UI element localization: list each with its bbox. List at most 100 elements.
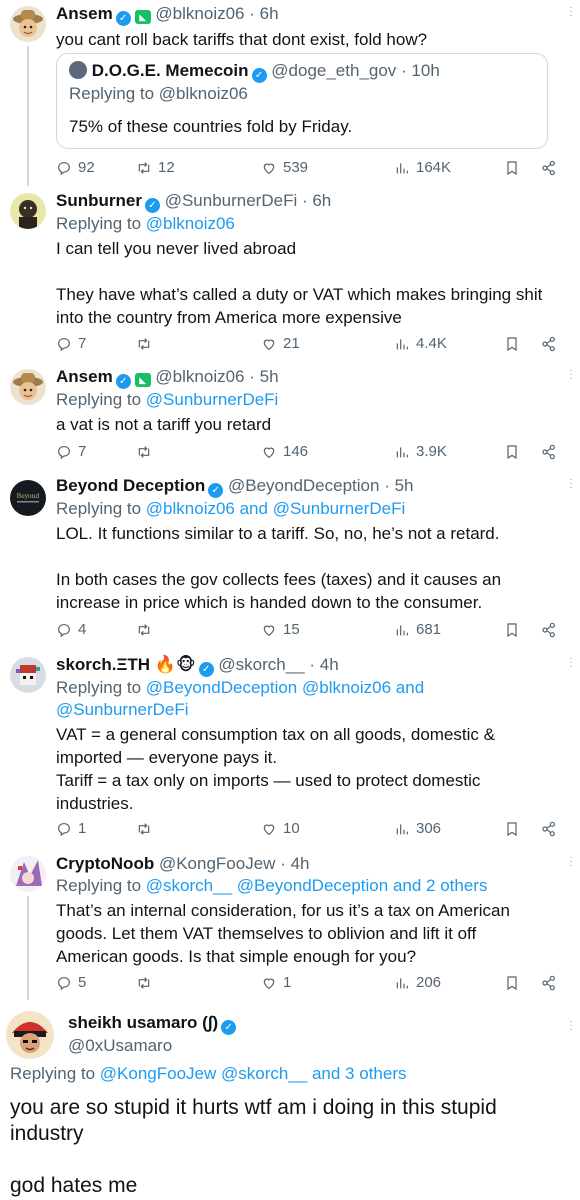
tweet-ansem-1[interactable]: Ansem ✓ ◣ @blknoiz06 · 6h you cant roll ba… — [0, 0, 580, 186]
timestamp[interactable]: · 6h — [302, 191, 331, 210]
replying-handle-link[interactable]: @KongFooJew @skorch__ and 3 others — [100, 1064, 407, 1083]
views-button[interactable]: 3.9K — [394, 441, 447, 463]
avatar[interactable] — [10, 193, 46, 229]
replying-handle-link[interactable]: @skorch__ @BeyondDeception and 2 others — [146, 876, 488, 895]
avatar[interactable] — [10, 657, 46, 693]
more-options-icon[interactable]: · · · — [568, 654, 574, 672]
more-options-icon[interactable]: · · · — [568, 366, 574, 384]
action-bar: 7 21 4.4K — [56, 333, 580, 355]
bookmark-button[interactable] — [504, 441, 526, 463]
timestamp[interactable]: · 4h — [309, 655, 338, 674]
bookmark-button[interactable] — [504, 619, 526, 641]
retweet-button[interactable] — [136, 818, 158, 840]
tweet-cryptonoob[interactable]: CryptoNoob @KongFooJew · 4h Replying to … — [0, 850, 580, 1000]
quoted-tweet[interactable]: D.O.G.E. Memecoin ✓ @doge_eth_gov · 10h R… — [56, 53, 548, 149]
user-handle[interactable]: @0xUsamaro — [68, 1035, 540, 1057]
bookmark-button[interactable] — [504, 333, 526, 355]
share-button[interactable] — [541, 333, 563, 355]
timestamp[interactable]: · 5h — [384, 476, 413, 495]
timestamp[interactable]: · 4h — [280, 854, 309, 873]
replying-handle-link[interactable]: @SunburnerDeFi — [146, 390, 279, 409]
bookmark-button[interactable] — [504, 818, 526, 840]
reply-icon — [56, 622, 72, 638]
like-button[interactable]: 10 — [261, 818, 300, 840]
like-button[interactable]: 21 — [261, 333, 300, 355]
user-handle[interactable]: @blknoiz06 — [155, 4, 244, 23]
share-button[interactable] — [541, 619, 563, 641]
replying-handle-link[interactable]: @blknoiz06 — [146, 214, 235, 233]
quote-timestamp: · 10h — [401, 61, 440, 80]
retweet-button[interactable] — [136, 972, 158, 994]
views-button[interactable]: 306 — [394, 818, 441, 840]
replying-to: Replying to @KongFooJew @skorch__ and 3 … — [10, 1063, 406, 1085]
display-name[interactable]: Sunburner — [56, 191, 142, 210]
more-options-icon[interactable]: · · · — [568, 853, 574, 871]
share-button[interactable] — [541, 818, 563, 840]
replying-handle-link[interactable]: @blknoiz06 and @SunburnerDeFi — [146, 499, 405, 518]
retweet-button[interactable]: 12 — [136, 157, 175, 179]
timestamp[interactable]: · 6h — [249, 4, 278, 23]
more-options-icon[interactable]: · · · — [568, 475, 574, 493]
like-button[interactable]: 15 — [261, 619, 300, 641]
avatar[interactable] — [10, 856, 46, 892]
replying-label: Replying to — [56, 214, 142, 233]
bookmark-button[interactable] — [504, 157, 526, 179]
display-name[interactable]: Beyond Deception — [56, 476, 205, 495]
share-icon — [541, 975, 557, 991]
tweet-ansem-2[interactable]: Ansem ✓ ◣ @blknoiz06 · 5h Replying to @Sun… — [0, 363, 580, 468]
action-bar: 1 10 306 — [56, 818, 580, 840]
user-handle[interactable]: @SunburnerDeFi — [165, 191, 298, 210]
tweet-sunburner[interactable]: Sunburner ✓ @SunburnerDeFi · 6h Replying … — [0, 187, 580, 357]
retweet-button[interactable] — [136, 619, 158, 641]
display-name[interactable]: skorch.ΞTH — [56, 655, 150, 674]
main-tweet[interactable]: sheikh usamaro (∫) ✓ @0xUsamaro · · · Reply… — [0, 1008, 580, 1200]
user-handle[interactable]: @blknoiz06 — [155, 367, 244, 386]
more-options-icon[interactable]: · · · — [568, 3, 574, 21]
reply-count: 1 — [78, 820, 87, 837]
display-name[interactable]: CryptoNoob — [56, 854, 154, 873]
quote-text: 75% of these countries fold by Friday. — [69, 117, 353, 136]
views-button[interactable]: 164K — [394, 157, 451, 179]
verified-badge-icon: ✓ — [221, 1020, 237, 1035]
retweet-button[interactable] — [136, 441, 158, 463]
views-button[interactable]: 206 — [394, 972, 441, 994]
avatar[interactable] — [6, 1011, 54, 1059]
tweet-skorch[interactable]: skorch.ΞTH 🔥🐵 ✓ @skorch__ · 4h Replying t… — [0, 651, 580, 845]
share-button[interactable] — [541, 441, 563, 463]
display-name[interactable]: Ansem — [56, 4, 113, 23]
verified-badge-icon: ✓ — [208, 483, 224, 498]
reply-button[interactable]: 4 — [56, 619, 86, 641]
reply-button[interactable]: 92 — [56, 157, 95, 179]
reply-button[interactable]: 1 — [56, 818, 86, 840]
reply-button[interactable]: 5 — [56, 972, 86, 994]
avatar[interactable] — [10, 6, 46, 42]
retweet-icon — [136, 336, 152, 352]
share-button[interactable] — [541, 157, 563, 179]
tweet-beyond-deception[interactable]: Beyond Beyond Deception ✓ @BeyondDeceptio… — [0, 472, 580, 644]
display-name[interactable]: sheikh usamaro (∫) — [68, 1013, 218, 1032]
user-handle[interactable]: @skorch__ — [218, 655, 304, 674]
views-button[interactable]: 681 — [394, 619, 441, 641]
user-handle[interactable]: @BeyondDeception — [228, 476, 379, 495]
like-button[interactable]: 146 — [261, 441, 308, 463]
more-options-icon[interactable]: · · · — [568, 1017, 574, 1035]
retweet-icon — [136, 160, 152, 176]
retweet-button[interactable] — [136, 333, 158, 355]
view-count: 164K — [416, 159, 452, 176]
replying-label: Replying to — [56, 390, 142, 409]
retweet-icon — [136, 821, 152, 837]
views-button[interactable]: 4.4K — [394, 333, 447, 355]
retweet-count: 12 — [158, 159, 175, 176]
avatar[interactable]: Beyond — [10, 480, 46, 516]
share-button[interactable] — [541, 972, 563, 994]
avatar[interactable] — [10, 369, 46, 405]
replying-label: Replying to — [56, 499, 142, 518]
user-handle[interactable]: @KongFooJew — [159, 854, 276, 873]
bookmark-button[interactable] — [504, 972, 526, 994]
display-name[interactable]: Ansem — [56, 367, 113, 386]
reply-button[interactable]: 7 — [56, 333, 86, 355]
reply-button[interactable]: 7 — [56, 441, 86, 463]
like-button[interactable]: 539 — [261, 157, 308, 179]
like-button[interactable]: 1 — [261, 972, 291, 994]
timestamp[interactable]: · 5h — [249, 367, 278, 386]
